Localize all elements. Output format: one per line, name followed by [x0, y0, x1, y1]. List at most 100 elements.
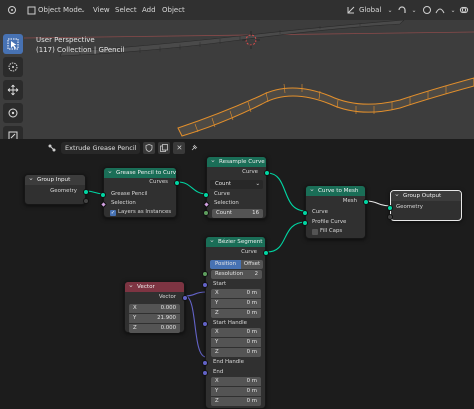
- mode-value: Count: [215, 181, 232, 187]
- proportional-editing-icon[interactable]: [421, 4, 433, 16]
- resolution-value: 2: [254, 271, 258, 277]
- input-socket[interactable]: [203, 210, 209, 216]
- end-x-field[interactable]: X 0 m: [211, 377, 261, 386]
- layers-as-instances-checkbox[interactable]: ✓: [110, 210, 116, 216]
- chevron-down-icon: ⌄: [255, 181, 260, 187]
- rotate-tool[interactable]: [3, 103, 23, 123]
- falloff-icon[interactable]: [434, 4, 446, 16]
- y-label: Y: [215, 300, 219, 306]
- input-geometry-label: Geometry: [396, 204, 423, 210]
- input-socket[interactable]: [203, 192, 209, 198]
- editor-type-icon[interactable]: [6, 4, 18, 16]
- node-title[interactable]: Resample Curve: [207, 157, 266, 167]
- z-label: Z: [133, 325, 137, 331]
- input-socket[interactable]: [302, 210, 308, 216]
- bezier-segment-node[interactable]: Bézier Segment Curve Position Offset Res…: [202, 236, 269, 409]
- object-mode-icon: [25, 4, 37, 16]
- menu-add[interactable]: Add: [142, 4, 156, 16]
- input-socket[interactable]: [202, 271, 208, 277]
- value: 0 m: [246, 300, 257, 306]
- input-socket[interactable]: [202, 360, 208, 366]
- node-title[interactable]: Group Input: [25, 175, 85, 185]
- start-x-field[interactable]: X 0 m: [211, 289, 261, 298]
- group-input-node[interactable]: Group Input Geometry: [24, 174, 89, 205]
- mode-dropdown[interactable]: Object Mode: [38, 4, 82, 16]
- scale-icon: [8, 131, 18, 139]
- input-socket[interactable]: [202, 370, 208, 376]
- geometry-node-editor[interactable]: Extrude Grease Pencil ✕ Group Input Geom…: [0, 139, 474, 409]
- count-field[interactable]: Count 16: [212, 209, 263, 218]
- menu-view[interactable]: View: [93, 4, 110, 16]
- z-label: Z: [215, 349, 219, 355]
- output-socket[interactable]: [182, 295, 188, 301]
- vector-z-field[interactable]: Z 0.000: [129, 324, 180, 333]
- count-label: Count: [216, 210, 233, 216]
- viewport-perspective-label: User Perspective: [36, 36, 95, 44]
- mode-offset-button[interactable]: Offset: [241, 260, 263, 269]
- value: 0 m: [246, 349, 257, 355]
- output-socket[interactable]: [363, 199, 369, 205]
- start-z-field[interactable]: Z 0 m: [211, 309, 261, 318]
- curve-to-mesh-node[interactable]: Curve to Mesh Mesh Curve Profile Curve F…: [302, 185, 369, 239]
- extra-socket[interactable]: [387, 214, 393, 220]
- input-curve-label: Curve: [214, 191, 230, 197]
- node-title[interactable]: Grease Pencil to Curves: [104, 168, 176, 178]
- scale-tool[interactable]: [3, 126, 23, 139]
- 3d-viewport[interactable]: Object Mode ⌄ View Select Add Object Glo…: [0, 0, 474, 139]
- output-socket[interactable]: [83, 189, 89, 195]
- node-title[interactable]: Vector: [125, 282, 184, 292]
- start-handle-label: Start Handle: [213, 320, 247, 326]
- start-handle-y-field[interactable]: Y 0 m: [211, 338, 261, 347]
- node-title[interactable]: Group Output: [391, 191, 461, 201]
- mode-dropdown[interactable]: Count ⌄: [210, 180, 263, 189]
- node-title[interactable]: Bézier Segment: [206, 237, 265, 247]
- output-mesh-label: Mesh: [342, 198, 357, 204]
- x-label: X: [133, 305, 137, 311]
- output-socket[interactable]: [174, 180, 180, 186]
- count-value: 16: [252, 210, 259, 216]
- vector-x-field[interactable]: X 0.000: [129, 304, 180, 313]
- mode-position-button[interactable]: Position: [210, 260, 241, 269]
- crosshair-circle-icon: [8, 62, 18, 72]
- input-socket[interactable]: [387, 205, 393, 211]
- start-handle-x-field[interactable]: X 0 m: [211, 328, 261, 337]
- rotate-icon: [8, 108, 18, 118]
- snap-icon[interactable]: [396, 4, 408, 16]
- input-socket[interactable]: [202, 282, 208, 288]
- input-socket[interactable]: [100, 192, 106, 198]
- start-y-field[interactable]: Y 0 m: [211, 299, 261, 308]
- select-tool[interactable]: [3, 34, 23, 54]
- cursor-arrow-icon: [7, 38, 19, 50]
- input-socket[interactable]: [302, 220, 308, 226]
- resolution-field[interactable]: Resolution 2: [211, 270, 262, 279]
- input-curve-label: Curve: [312, 209, 328, 215]
- end-handle-label: End Handle: [213, 359, 244, 365]
- output-socket[interactable]: [263, 250, 269, 256]
- start-handle-z-field[interactable]: Z 0 m: [211, 348, 261, 357]
- x-label: X: [215, 329, 219, 335]
- menu-object[interactable]: Object: [162, 4, 185, 16]
- fill-caps-checkbox[interactable]: [312, 229, 318, 235]
- group-output-node[interactable]: Group Output Geometry: [387, 190, 462, 221]
- vector-y-field[interactable]: Y 21.900: [129, 314, 180, 323]
- y-label: Y: [133, 315, 137, 321]
- move-tool[interactable]: [3, 80, 23, 100]
- viewport-collection-label: (117) Collection | GPencil: [36, 46, 125, 54]
- node-title[interactable]: Curve to Mesh: [306, 186, 365, 196]
- output-socket[interactable]: [264, 170, 270, 176]
- end-z-field[interactable]: Z 0 m: [211, 397, 261, 406]
- extra-socket[interactable]: [83, 198, 89, 204]
- menu-select[interactable]: Select: [115, 4, 137, 16]
- input-socket[interactable]: [202, 321, 208, 327]
- grease-pencil-to-curves-node[interactable]: Grease Pencil to Curves Curves Grease Pe…: [99, 167, 180, 218]
- cursor-tool[interactable]: [3, 57, 23, 77]
- value: 0 m: [246, 290, 257, 296]
- resample-curve-node[interactable]: Resample Curve Curve Count ⌄ Curve Select…: [202, 156, 270, 219]
- viewport-header: Object Mode ⌄ View Select Add Object Glo…: [0, 0, 474, 20]
- transform-orientation-icon: [345, 4, 357, 16]
- end-y-field[interactable]: Y 0 m: [211, 387, 261, 396]
- overlays-icon[interactable]: [458, 4, 470, 16]
- vector-node[interactable]: Vector Vector X 0.000 Y 21.900 Z 0.000: [124, 281, 188, 333]
- output-vector-label: Vector: [158, 294, 176, 300]
- transform-orientation-dropdown[interactable]: Global: [359, 4, 381, 16]
